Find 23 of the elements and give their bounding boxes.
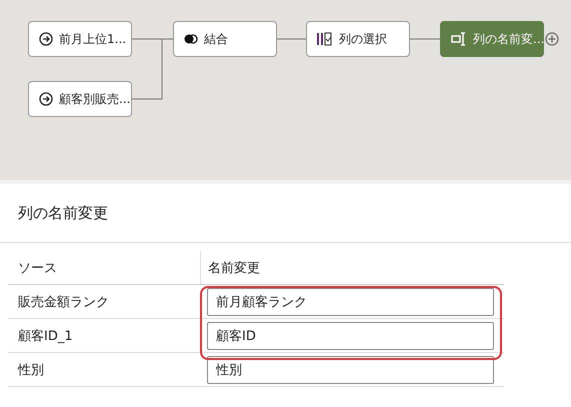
connector-line — [132, 38, 174, 100]
flow-node[interactable]: 結合 — [173, 21, 277, 57]
input-field[interactable]: 顧客ID — [207, 322, 494, 350]
column-header: ソース — [17, 260, 58, 278]
flow-node[interactable]: 顧客別販売... — [28, 81, 132, 117]
join-icon — [184, 33, 198, 45]
column-header: 名前変更 — [200, 251, 260, 284]
rename-icon — [451, 32, 467, 46]
table-cell-text: 性別 — [16, 362, 45, 380]
table-cell-text: 顧客ID_1 — [17, 328, 74, 346]
column-select-icon — [317, 32, 333, 46]
connector-line — [274, 38, 306, 40]
table-cell-text: 販売金額ランク — [17, 294, 110, 312]
add-icon[interactable] — [545, 32, 559, 46]
input-field[interactable]: 性別 — [207, 356, 494, 384]
flow-node[interactable]: 列の名前変... — [440, 21, 544, 57]
input-field[interactable]: 前月顧客ランク — [207, 288, 494, 316]
arrow-circle-icon — [39, 32, 53, 46]
panel-title: 列の名前変更 — [0, 184, 571, 243]
arrow-circle-icon — [39, 92, 53, 106]
connector-line — [410, 38, 440, 40]
flow-node[interactable]: 列の選択 — [306, 21, 410, 57]
flow-node[interactable]: 前月上位1... — [28, 21, 132, 57]
